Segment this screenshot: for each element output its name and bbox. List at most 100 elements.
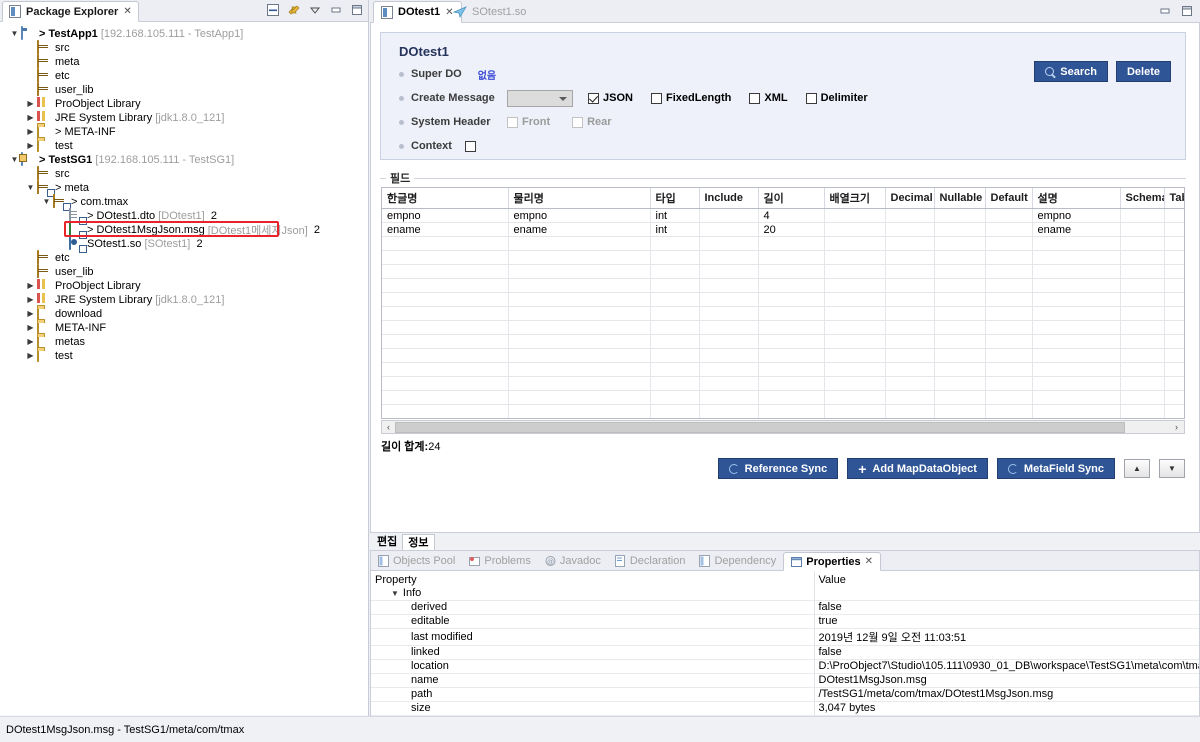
table-cell[interactable] bbox=[650, 236, 700, 251]
table-cell[interactable] bbox=[508, 320, 651, 335]
table-cell[interactable] bbox=[1164, 306, 1184, 321]
table-cell[interactable] bbox=[985, 222, 1033, 237]
table-cell[interactable] bbox=[699, 306, 759, 321]
table-cell[interactable] bbox=[650, 320, 700, 335]
checkbox-fixedlength[interactable]: FixedLength bbox=[650, 92, 731, 104]
table-cell[interactable] bbox=[1164, 250, 1184, 265]
tree-item-test[interactable]: ▶ test bbox=[0, 348, 368, 363]
table-cell[interactable] bbox=[758, 404, 825, 418]
table-cell[interactable] bbox=[985, 320, 1033, 335]
table-cell[interactable] bbox=[508, 278, 651, 293]
scroll-left-icon[interactable]: ‹ bbox=[382, 422, 395, 432]
table-cell[interactable] bbox=[758, 334, 825, 349]
table-cell[interactable] bbox=[382, 334, 509, 349]
tab-declaration[interactable]: Declaration bbox=[608, 551, 693, 570]
column-header[interactable]: 타입 bbox=[650, 188, 700, 209]
table-row-empty[interactable] bbox=[382, 306, 1184, 321]
close-icon[interactable]: ✕ bbox=[123, 6, 131, 17]
property-value[interactable]: 3,047 bytes bbox=[813, 701, 1199, 716]
property-value[interactable]: 2019년 12월 9일 오전 11:03:51 bbox=[813, 628, 1199, 646]
table-cell[interactable]: empno bbox=[382, 208, 509, 223]
tree-item-src[interactable]: src bbox=[0, 40, 368, 55]
table-cell[interactable] bbox=[985, 404, 1033, 418]
checkbox-box[interactable] bbox=[805, 92, 817, 104]
tree-item-etc[interactable]: etc bbox=[0, 68, 368, 83]
field-table-hscrollbar[interactable]: ‹ › bbox=[381, 420, 1185, 434]
tree-item-dotest1-dto[interactable]: > DOtest1.dto [DOtest1] 2 bbox=[0, 208, 368, 223]
tab-edit[interactable]: 편집 bbox=[372, 534, 402, 550]
table-cell[interactable] bbox=[934, 404, 986, 418]
table-cell[interactable]: int bbox=[650, 222, 700, 237]
table-cell[interactable] bbox=[985, 250, 1033, 265]
tab-properties[interactable]: Properties ✕ bbox=[783, 552, 882, 571]
table-cell[interactable] bbox=[1032, 362, 1121, 377]
tree-item-test[interactable]: ▶ test bbox=[0, 138, 368, 153]
tree-item-testapp1[interactable]: ▼ > TestApp1 [192.168.105.111 - TestApp1] bbox=[0, 26, 368, 41]
property-row[interactable]: editable true bbox=[371, 614, 1199, 629]
table-cell[interactable] bbox=[985, 334, 1033, 349]
column-header[interactable]: Default bbox=[985, 188, 1033, 209]
table-cell[interactable] bbox=[699, 292, 759, 307]
table-cell[interactable] bbox=[650, 419, 699, 420]
table-cell[interactable] bbox=[699, 208, 759, 223]
table-row-empty[interactable] bbox=[382, 236, 1184, 251]
table-row-empty[interactable] bbox=[382, 404, 1184, 418]
maximize-icon[interactable] bbox=[1180, 4, 1194, 18]
property-row[interactable]: location D:\ProObject7\Studio\105.111\093… bbox=[371, 659, 1199, 674]
table-cell[interactable] bbox=[934, 334, 986, 349]
table-cell[interactable] bbox=[508, 306, 651, 321]
column-header[interactable]: Table bbox=[1164, 188, 1184, 209]
tab-javadoc[interactable]: @ Javadoc bbox=[538, 551, 608, 570]
tree-item-etc[interactable]: etc bbox=[0, 250, 368, 265]
table-cell[interactable] bbox=[1120, 236, 1165, 251]
table-cell[interactable] bbox=[508, 419, 650, 420]
checkbox-json[interactable]: JSON bbox=[588, 92, 633, 104]
table-cell[interactable] bbox=[934, 320, 986, 335]
checkbox-box[interactable] bbox=[588, 92, 599, 104]
table-cell[interactable] bbox=[824, 208, 886, 223]
table-cell[interactable] bbox=[508, 390, 651, 405]
tab-sotest1-so[interactable]: SOtest1.so bbox=[446, 1, 533, 23]
tab-package-explorer[interactable]: Package Explorer ✕ bbox=[2, 1, 139, 22]
table-cell[interactable] bbox=[824, 390, 886, 405]
table-row[interactable]: ename ename int 20 ename bbox=[382, 222, 1184, 237]
table-cell[interactable] bbox=[824, 236, 886, 251]
tree-twisty[interactable]: ▼ bbox=[8, 30, 21, 38]
table-cell[interactable] bbox=[985, 236, 1033, 251]
table-cell[interactable] bbox=[885, 278, 935, 293]
property-row[interactable]: last modified 2019년 12월 9일 오전 11:03:51 bbox=[371, 628, 1199, 646]
project-tree[interactable]: ▼ > TestApp1 [192.168.105.111 - TestApp1]… bbox=[0, 22, 368, 715]
table-cell[interactable] bbox=[824, 292, 886, 307]
table-row-empty[interactable] bbox=[382, 320, 1184, 335]
table-cell[interactable] bbox=[1164, 320, 1184, 335]
tab-objects-pool[interactable]: Objects Pool bbox=[371, 551, 462, 570]
table-row[interactable]: empno empno int 4 empno bbox=[382, 208, 1184, 223]
checkbox-rear[interactable]: Rear bbox=[572, 116, 612, 128]
tree-twisty[interactable]: ▶ bbox=[24, 310, 37, 318]
tree-twisty[interactable]: ▶ bbox=[24, 114, 37, 122]
table-cell[interactable] bbox=[934, 264, 986, 279]
table-cell[interactable] bbox=[699, 390, 759, 405]
table-cell[interactable] bbox=[934, 419, 985, 420]
table-cell[interactable] bbox=[758, 376, 825, 391]
table-cell[interactable] bbox=[1120, 208, 1165, 223]
table-cell[interactable] bbox=[934, 348, 986, 363]
property-value[interactable]: /TestSG1/meta/com/tmax/DOtest1MsgJson.ms… bbox=[813, 687, 1199, 702]
checkbox-box[interactable] bbox=[507, 116, 518, 128]
table-cell[interactable] bbox=[758, 278, 825, 293]
table-cell[interactable] bbox=[885, 236, 935, 251]
table-cell[interactable] bbox=[382, 390, 509, 405]
table-cell[interactable] bbox=[1164, 208, 1184, 223]
table-cell[interactable] bbox=[650, 348, 700, 363]
table-cell[interactable] bbox=[934, 278, 986, 293]
table-row-empty[interactable] bbox=[382, 362, 1184, 377]
table-cell[interactable] bbox=[758, 348, 825, 363]
table-cell[interactable] bbox=[1032, 404, 1121, 418]
table-cell[interactable]: ename bbox=[508, 222, 651, 237]
table-cell[interactable] bbox=[1164, 348, 1184, 363]
table-cell[interactable] bbox=[885, 404, 935, 418]
table-cell[interactable] bbox=[508, 264, 651, 279]
table-cell[interactable] bbox=[934, 208, 986, 223]
field-table-wrapper[interactable]: 한글명 물리명 타입 Include 길이 배열크기 Decimal Nullable Defa… bbox=[381, 187, 1185, 419]
tab-dependency[interactable]: Dependency bbox=[692, 551, 783, 570]
